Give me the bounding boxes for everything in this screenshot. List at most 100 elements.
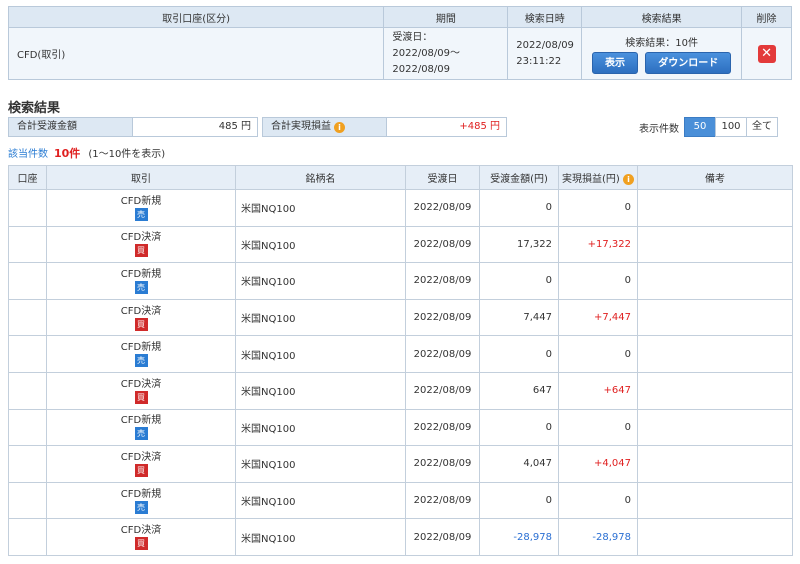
- trade-type: CFD決済: [120, 232, 162, 244]
- table-row: CFD決済買 米国NQ100 2022/08/09 4,047 +4,047: [8, 445, 793, 483]
- cell-trade: CFD新規売: [46, 481, 236, 520]
- table-row: CFD決済買 米国NQ100 2022/08/09 647 +647: [8, 371, 793, 410]
- info-icon[interactable]: i: [334, 121, 345, 133]
- period-label: 受渡日：: [392, 31, 433, 43]
- cell-account: [8, 262, 47, 300]
- trade-type: CFD新規: [120, 268, 162, 280]
- cell-trade: CFD新規売: [46, 408, 236, 447]
- cell-trade: CFD決済買: [46, 445, 236, 483]
- col-profit-label: 実現損益(円): [562, 174, 620, 185]
- cell-amount: 17,322: [479, 225, 559, 264]
- download-button[interactable]: ダウンロード: [645, 51, 732, 74]
- cell-note: [637, 518, 793, 556]
- trade-type: CFD決済: [120, 378, 162, 390]
- col-note: 備考: [637, 165, 793, 190]
- search-time: 23:11:22: [516, 55, 562, 67]
- col-trade: 取引: [46, 165, 236, 190]
- per-page-100-button[interactable]: 100: [715, 117, 747, 137]
- cell-trade: CFD新規売: [46, 262, 236, 300]
- side-badge: 売: [134, 280, 148, 294]
- side-badge: 買: [134, 317, 148, 331]
- cell-name: 米国NQ100: [235, 298, 406, 337]
- condition-result: 検索結果：10件 表示 ダウンロード: [581, 27, 743, 80]
- show-button[interactable]: 表示: [592, 51, 639, 74]
- side-badge: 買: [134, 390, 148, 404]
- header-search-result: 検索結果: [581, 6, 743, 28]
- results-table: 口座 取引 銘柄名 受渡日 受渡金額(円) 実現損益(円) i 備考 CFD新規…: [8, 165, 793, 556]
- cell-account: [8, 189, 47, 227]
- cell-profit: +647: [558, 371, 638, 410]
- trade-type: CFD決済: [120, 451, 162, 463]
- table-row: CFD新規売 米国NQ100 2022/08/09 0 0: [8, 481, 793, 520]
- cell-profit: +4,047: [558, 445, 638, 483]
- per-page-selector: 表示件数 50 100 全て: [639, 117, 778, 137]
- total-settlement-label: 合計受渡金額: [9, 118, 132, 136]
- cell-note: [637, 408, 793, 447]
- cell-date: 2022/08/09: [405, 481, 480, 520]
- table-row: CFD決済買 米国NQ100 2022/08/09 17,322 +17,322: [8, 225, 793, 264]
- cell-note: [637, 335, 793, 373]
- cell-note: [637, 262, 793, 300]
- total-profit-label-wrap: 合計実現損益 i: [263, 118, 386, 136]
- cell-account: [8, 518, 47, 556]
- total-profit-label: 合計実現損益: [271, 121, 331, 132]
- cell-date: 2022/08/09: [405, 408, 480, 447]
- total-settlement-box: 合計受渡金額 485 円: [8, 117, 258, 137]
- side-badge: 売: [134, 354, 148, 368]
- cell-amount: 0: [479, 408, 559, 447]
- cell-amount: 4,047: [479, 445, 559, 483]
- col-account: 口座: [8, 165, 47, 190]
- cell-name: 米国NQ100: [235, 481, 406, 520]
- search-condition-table: 取引口座(区分) 期間 検索日時 検索結果 削除 CFD(取引) 受渡日： 20…: [7, 6, 792, 80]
- cell-date: 2022/08/09: [405, 189, 480, 227]
- cell-date: 2022/08/09: [405, 518, 480, 556]
- side-badge: 買: [134, 244, 148, 258]
- cell-trade: CFD決済買: [46, 298, 236, 337]
- cell-date: 2022/08/09: [405, 298, 480, 337]
- condition-account: CFD(取引): [7, 27, 385, 80]
- header-period: 期間: [383, 6, 509, 28]
- side-badge: 売: [134, 427, 148, 441]
- total-profit-box: 合計実現損益 i +485 円: [262, 117, 507, 137]
- trade-type: CFD決済: [120, 525, 162, 537]
- cell-name: 米国NQ100: [235, 189, 406, 227]
- cell-profit: -28,978: [558, 518, 638, 556]
- info-icon[interactable]: i: [623, 174, 634, 185]
- table-row: CFD新規売 米国NQ100 2022/08/09 0 0: [8, 335, 793, 373]
- cell-profit: 0: [558, 408, 638, 447]
- condition-period: 受渡日： 2022/08/09〜2022/08/09: [383, 27, 509, 80]
- cell-trade: CFD決済買: [46, 225, 236, 264]
- results-body: CFD新規売 米国NQ100 2022/08/09 0 0 CFD決済買 米国N…: [8, 189, 793, 556]
- cell-trade: CFD新規売: [46, 189, 236, 227]
- cell-trade: CFD決済買: [46, 371, 236, 410]
- per-page-all-button[interactable]: 全て: [746, 117, 778, 137]
- side-badge: 売: [134, 500, 148, 514]
- col-amount: 受渡金額(円): [479, 165, 559, 190]
- side-badge: 売: [134, 207, 148, 221]
- side-badge: 買: [134, 463, 148, 477]
- cell-amount: 0: [479, 189, 559, 227]
- close-icon[interactable]: ✕: [757, 44, 776, 63]
- cell-name: 米国NQ100: [235, 445, 406, 483]
- cell-profit: 0: [558, 189, 638, 227]
- condition-search-datetime: 2022/08/09 23:11:22: [507, 27, 583, 80]
- cell-amount: -28,978: [479, 518, 559, 556]
- cell-note: [637, 371, 793, 410]
- cell-trade: CFD決済買: [46, 518, 236, 556]
- table-row: CFD決済買 米国NQ100 2022/08/09 7,447 +7,447: [8, 298, 793, 337]
- count-range: (1〜10件を表示): [88, 149, 166, 160]
- count-value: 10件: [54, 147, 81, 160]
- cell-date: 2022/08/09: [405, 262, 480, 300]
- total-settlement-value: 485 円: [132, 118, 257, 136]
- col-date: 受渡日: [405, 165, 480, 190]
- cell-name: 米国NQ100: [235, 518, 406, 556]
- trade-type: CFD決済: [120, 305, 162, 317]
- cell-name: 米国NQ100: [235, 335, 406, 373]
- header-search-datetime: 検索日時: [507, 6, 583, 28]
- cell-profit: 0: [558, 481, 638, 520]
- side-badge: 買: [134, 537, 148, 551]
- cell-account: [8, 371, 47, 410]
- per-page-50-button[interactable]: 50: [684, 117, 716, 137]
- trade-type: CFD新規: [120, 342, 162, 354]
- cell-profit: +17,322: [558, 225, 638, 264]
